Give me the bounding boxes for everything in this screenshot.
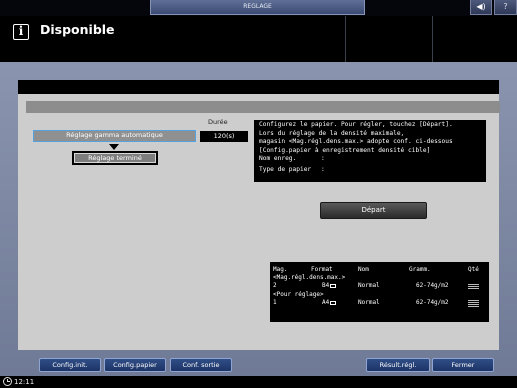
- row2-format-text: A4: [322, 299, 330, 306]
- help-button[interactable]: ?: [494, 0, 517, 15]
- nom-enreg-value: :: [321, 155, 325, 162]
- output-config-button[interactable]: Conf. sortie: [170, 358, 232, 372]
- col-header-mag: Mag.: [273, 266, 288, 273]
- nom-enreg-field: Nom enreg. :: [259, 155, 481, 164]
- arrow-down-icon: [109, 144, 119, 150]
- paper-type-label: Type de papier: [259, 165, 312, 173]
- panel-title-bar: [18, 80, 499, 94]
- row2-format: A4: [322, 299, 337, 306]
- config-init-button[interactable]: Config.init.: [39, 358, 101, 372]
- header-divider: [432, 16, 433, 62]
- paper-orientation-icon: [330, 283, 337, 288]
- paper-type-value: :: [321, 165, 325, 173]
- info-icon: i: [13, 24, 29, 40]
- adjust-done-indicator: Réglage terminé: [72, 151, 158, 165]
- panel-header-stripe: [26, 101, 500, 113]
- close-button[interactable]: Fermer: [432, 358, 494, 372]
- instruction-message: Configurez le papier. Pour régler, touch…: [254, 120, 486, 182]
- row2-mag: 1: [273, 299, 277, 306]
- gamma-auto-button[interactable]: Réglage gamma automatique: [33, 130, 196, 142]
- paper-stack-icon: [468, 284, 479, 289]
- row2-nom: Normal: [358, 299, 380, 306]
- machine-status: Disponible: [40, 22, 115, 37]
- section-max-density: <Mag.régl.dens.max.>: [273, 274, 346, 281]
- speaker-icon[interactable]: ◀): [470, 0, 492, 15]
- start-button[interactable]: Départ: [320, 202, 427, 219]
- paper-stack-icon: [468, 300, 479, 307]
- nom-enreg-label: Nom enreg.: [259, 155, 297, 162]
- col-header-gramm: Gramm.: [409, 266, 431, 273]
- row1-gramm: 62-74g/m2: [416, 282, 449, 289]
- paper-type-field: Type de papier :: [259, 166, 481, 175]
- result-adjust-button[interactable]: Résult.régl.: [366, 358, 430, 372]
- col-header-qty: Qté: [468, 266, 479, 273]
- tab-reglage[interactable]: REGLAGE: [150, 0, 365, 15]
- row1-nom: Normal: [358, 282, 380, 289]
- row1-mag: 2: [273, 282, 277, 289]
- clock-time: 12:11: [14, 378, 35, 386]
- section-pour-reglage: <Pour réglage>: [273, 291, 324, 298]
- row2-gramm: 62-74g/m2: [416, 299, 449, 306]
- duree-label: Durée: [208, 118, 228, 126]
- paper-orientation-icon: [330, 300, 337, 305]
- tray-table: Mag. Format Nom Gramm. Qté <Mag.régl.den…: [270, 262, 489, 322]
- col-header-format: Format: [311, 266, 333, 273]
- message-line: Configurez le papier. Pour régler, touch…: [259, 121, 453, 128]
- message-line: [Config.papier à enregistrement densité …: [259, 146, 431, 154]
- config-paper-button[interactable]: Config.papier: [104, 358, 166, 372]
- col-header-nom: Nom: [358, 266, 369, 273]
- adjust-done-label: Réglage terminé: [74, 153, 156, 163]
- header-divider: [345, 16, 346, 62]
- message-line: magasin <Mag.régl.dens.max.> adopte conf…: [259, 138, 453, 145]
- footer-bar: [0, 376, 517, 388]
- row1-format: B4: [322, 282, 337, 289]
- row1-format-text: B4: [322, 282, 330, 289]
- duree-value: 120(s): [200, 131, 248, 142]
- message-line: Lors du réglage de la densité maximale,: [259, 129, 405, 137]
- clock-icon: [3, 377, 12, 386]
